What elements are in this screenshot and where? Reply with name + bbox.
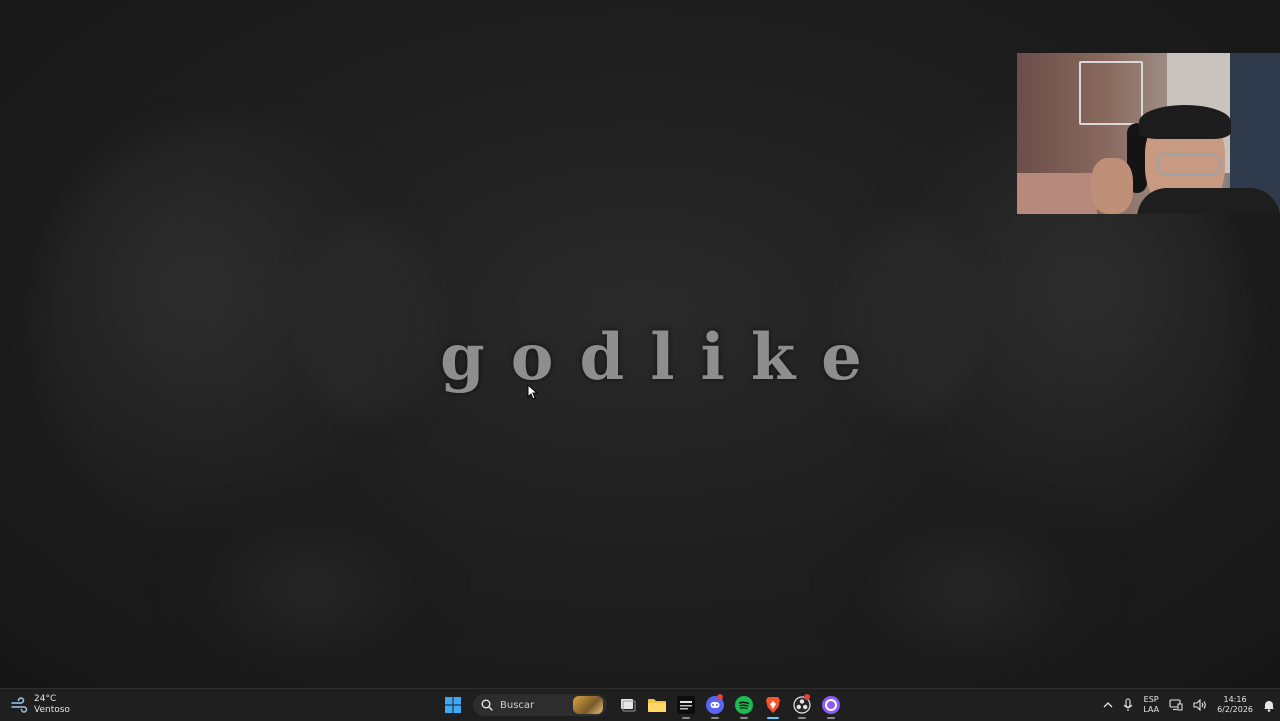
notifications-button[interactable] — [1258, 689, 1280, 721]
taskbar-apps: Buscar — [438, 689, 845, 721]
brave-icon — [765, 697, 780, 713]
wallpaper-title: godlike — [440, 320, 888, 395]
webcam-overlay — [1017, 53, 1280, 214]
weather-condition: Ventoso — [34, 705, 70, 715]
discord-button[interactable] — [700, 689, 729, 721]
running-indicator — [711, 717, 719, 719]
cod-app-button[interactable] — [671, 689, 700, 721]
circle-app-icon — [821, 696, 840, 714]
game-icon — [676, 696, 695, 714]
speaker-icon — [1193, 699, 1206, 711]
bell-icon — [1264, 700, 1274, 712]
running-indicator — [740, 717, 748, 719]
webcam-glasses — [1157, 153, 1221, 175]
spotify-button[interactable] — [729, 689, 758, 721]
language-indicator[interactable]: ESP LAA — [1138, 689, 1164, 721]
folder-icon — [647, 699, 666, 712]
search-placeholder: Buscar — [500, 699, 535, 711]
spotify-icon — [734, 696, 753, 714]
show-hidden-icons-button[interactable] — [1098, 689, 1118, 721]
clock[interactable]: 14:16 6/2/2026 — [1212, 689, 1258, 721]
wallpaper-lower-right — [840, 500, 1100, 680]
taskbar-search[interactable]: Buscar — [473, 694, 607, 716]
wallpaper-lower-left — [180, 500, 440, 680]
running-indicator — [682, 717, 690, 719]
running-indicator — [827, 717, 835, 719]
clock-time: 14:16 — [1223, 695, 1247, 704]
webcam-cap — [1139, 105, 1231, 139]
wind-icon — [11, 697, 28, 713]
running-indicator — [798, 717, 806, 719]
search-highlight-image — [573, 696, 603, 714]
keyboard-layout: LAA — [1143, 705, 1160, 714]
circle-app-button[interactable] — [816, 689, 845, 721]
volume-button[interactable] — [1188, 689, 1212, 721]
network-button[interactable] — [1164, 689, 1188, 721]
chevron-up-icon — [1103, 702, 1113, 708]
webcam-person-body — [1137, 188, 1280, 214]
webcam-hand — [1091, 158, 1133, 214]
task-view-button[interactable] — [613, 689, 642, 721]
active-indicator — [767, 717, 779, 719]
monitor-network-icon — [1169, 699, 1183, 711]
language-code: ESP — [1143, 695, 1159, 704]
file-explorer-button[interactable] — [642, 689, 671, 721]
webcam-bed — [1017, 173, 1097, 214]
clock-date: 6/2/2026 — [1217, 705, 1253, 714]
system-tray: ESP LAA 14:16 6/2/2026 — [1098, 689, 1280, 721]
windows-logo-icon — [444, 697, 461, 713]
wallpaper-shadow-left — [300, 220, 440, 420]
microphone-icon — [1123, 698, 1133, 711]
start-button[interactable] — [438, 689, 467, 721]
search-icon — [481, 699, 493, 711]
weather-temp: 24°C — [34, 694, 57, 704]
obs-button[interactable] — [787, 689, 816, 721]
taskbar: 24°C Ventoso Buscar ESP LAA 14:16 6/2/20… — [0, 688, 1280, 721]
microphone-button[interactable] — [1118, 689, 1138, 721]
brave-button[interactable] — [758, 689, 787, 721]
notification-badge — [717, 694, 723, 700]
task-view-icon — [620, 699, 635, 712]
weather-widget[interactable]: 24°C Ventoso — [10, 693, 70, 717]
recording-badge — [804, 694, 810, 700]
webcam-shelf — [1079, 61, 1143, 125]
